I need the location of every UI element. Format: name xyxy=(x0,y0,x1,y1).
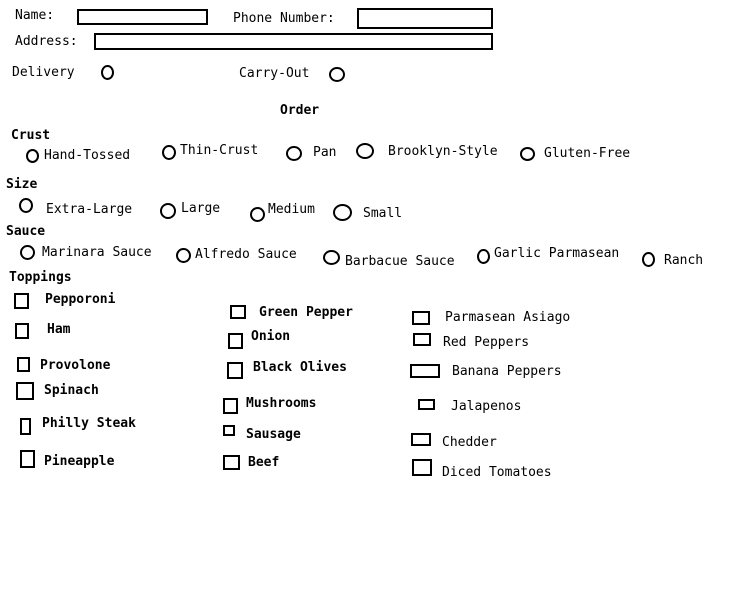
size-small-label: Small xyxy=(363,206,403,221)
topping-ham-label: Ham xyxy=(47,322,71,337)
sauce-ranch-radio[interactable] xyxy=(642,252,655,267)
topping-mushrooms-label: Mushrooms xyxy=(246,396,317,411)
sauce-garlic-parmasean-label: Garlic Parmasean xyxy=(494,246,620,261)
topping-pineapple-checkbox[interactable] xyxy=(20,450,35,468)
topping-pepporoni-label: Pepporoni xyxy=(45,292,116,307)
carryout-label: Carry-Out xyxy=(239,66,310,81)
sauce-heading: Sauce xyxy=(6,224,46,239)
sauce-marinara-radio[interactable] xyxy=(20,245,35,260)
toppings-heading: Toppings xyxy=(9,270,72,285)
sauce-barbacue-radio[interactable] xyxy=(323,250,340,265)
size-large-radio[interactable] xyxy=(160,203,176,219)
topping-parmasean-asiago-checkbox[interactable] xyxy=(412,311,430,325)
topping-jalapenos-checkbox[interactable] xyxy=(418,399,435,410)
crust-thin-crust-label: Thin-Crust xyxy=(180,143,259,158)
delivery-label: Delivery xyxy=(12,65,75,80)
topping-spinach-checkbox[interactable] xyxy=(16,382,34,400)
order-heading: Order xyxy=(280,103,320,118)
crust-thin-crust-radio[interactable] xyxy=(162,145,176,160)
topping-philly-steak-label: Philly Steak xyxy=(42,416,136,431)
topping-spinach-label: Spinach xyxy=(44,383,99,398)
crust-brooklyn-style-label: Brooklyn-Style xyxy=(388,144,498,159)
topping-green-pepper-checkbox[interactable] xyxy=(230,305,246,319)
topping-onion-label: Onion xyxy=(251,329,291,344)
size-heading: Size xyxy=(6,177,38,192)
size-medium-label: Medium xyxy=(268,202,315,217)
topping-red-peppers-checkbox[interactable] xyxy=(413,333,431,346)
topping-black-olives-checkbox[interactable] xyxy=(227,362,243,379)
topping-chedder-label: Chedder xyxy=(442,435,497,450)
topping-provolone-checkbox[interactable] xyxy=(17,357,30,372)
topping-pepporoni-checkbox[interactable] xyxy=(14,293,29,309)
phone-label: Phone Number: xyxy=(233,11,335,26)
size-small-radio[interactable] xyxy=(333,204,352,221)
topping-jalapenos-label: Jalapenos xyxy=(451,399,522,414)
size-extra-large-label: Extra-Large xyxy=(46,202,133,217)
topping-diced-tomatoes-label: Diced Tomatoes xyxy=(442,465,552,480)
carryout-radio[interactable] xyxy=(329,67,345,82)
topping-diced-tomatoes-checkbox[interactable] xyxy=(412,459,432,476)
crust-hand-tossed-label: Hand-Tossed xyxy=(44,148,131,163)
topping-pineapple-label: Pineapple xyxy=(44,454,115,469)
sauce-alfredo-label: Alfredo Sauce xyxy=(195,247,297,262)
topping-black-olives-label: Black Olives xyxy=(253,360,347,375)
delivery-radio[interactable] xyxy=(101,65,114,80)
sauce-marinara-label: Marinara Sauce xyxy=(42,245,152,260)
topping-sausage-checkbox[interactable] xyxy=(223,425,235,436)
topping-banana-peppers-label: Banana Peppers xyxy=(452,364,562,379)
topping-parmasean-asiago-label: Parmasean Asiago xyxy=(445,310,571,325)
name-input[interactable] xyxy=(77,9,208,25)
size-extra-large-radio[interactable] xyxy=(19,198,33,213)
sauce-alfredo-radio[interactable] xyxy=(176,248,191,263)
topping-red-peppers-label: Red Peppers xyxy=(443,335,530,350)
topping-provolone-label: Provolone xyxy=(40,358,111,373)
sauce-ranch-label: Ranch xyxy=(664,253,704,268)
topping-green-pepper-label: Green Pepper xyxy=(259,305,353,320)
address-label: Address: xyxy=(15,34,78,49)
sauce-barbacue-label: Barbacue Sauce xyxy=(345,254,455,269)
topping-sausage-label: Sausage xyxy=(246,427,301,442)
topping-chedder-checkbox[interactable] xyxy=(411,433,431,446)
crust-gluten-free-label: Gluten-Free xyxy=(544,146,631,161)
crust-pan-radio[interactable] xyxy=(286,146,302,161)
crust-pan-label: Pan xyxy=(313,145,337,160)
size-medium-radio[interactable] xyxy=(250,207,265,222)
topping-philly-steak-checkbox[interactable] xyxy=(20,418,31,435)
topping-banana-peppers-checkbox[interactable] xyxy=(410,364,440,378)
crust-brooklyn-style-radio[interactable] xyxy=(356,143,374,159)
topping-beef-label: Beef xyxy=(248,455,280,470)
topping-ham-checkbox[interactable] xyxy=(15,323,29,339)
crust-hand-tossed-radio[interactable] xyxy=(26,149,39,163)
topping-mushrooms-checkbox[interactable] xyxy=(223,398,238,414)
phone-number-input[interactable] xyxy=(357,8,493,29)
address-input[interactable] xyxy=(94,33,493,50)
crust-gluten-free-radio[interactable] xyxy=(520,147,535,161)
size-large-label: Large xyxy=(181,201,221,216)
crust-heading: Crust xyxy=(11,128,51,143)
sauce-garlic-parmasean-radio[interactable] xyxy=(477,249,490,264)
topping-onion-checkbox[interactable] xyxy=(228,333,243,349)
name-label: Name: xyxy=(15,8,55,23)
topping-beef-checkbox[interactable] xyxy=(223,455,240,470)
